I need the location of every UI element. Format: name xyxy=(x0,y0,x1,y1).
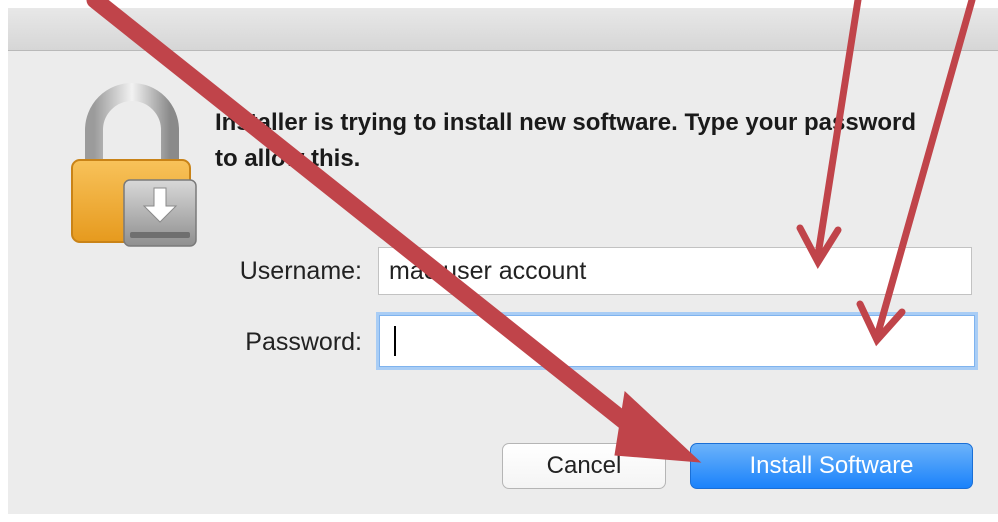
password-field[interactable] xyxy=(379,315,975,367)
cancel-button[interactable]: Cancel xyxy=(502,443,666,489)
password-label: Password: xyxy=(245,328,362,356)
authentication-dialog: Installer is trying to install new softw… xyxy=(8,8,998,514)
dialog-message: Installer is trying to install new softw… xyxy=(215,109,917,172)
username-field[interactable]: mac user account xyxy=(378,247,972,295)
screenshot-frame: Installer is trying to install new softw… xyxy=(0,0,998,522)
install-software-button[interactable]: Install Software xyxy=(690,443,973,489)
lock-installer-icon xyxy=(71,83,197,247)
username-label: Username: xyxy=(239,257,362,285)
text-cursor xyxy=(394,326,396,356)
dialog-title-bar xyxy=(8,8,998,51)
